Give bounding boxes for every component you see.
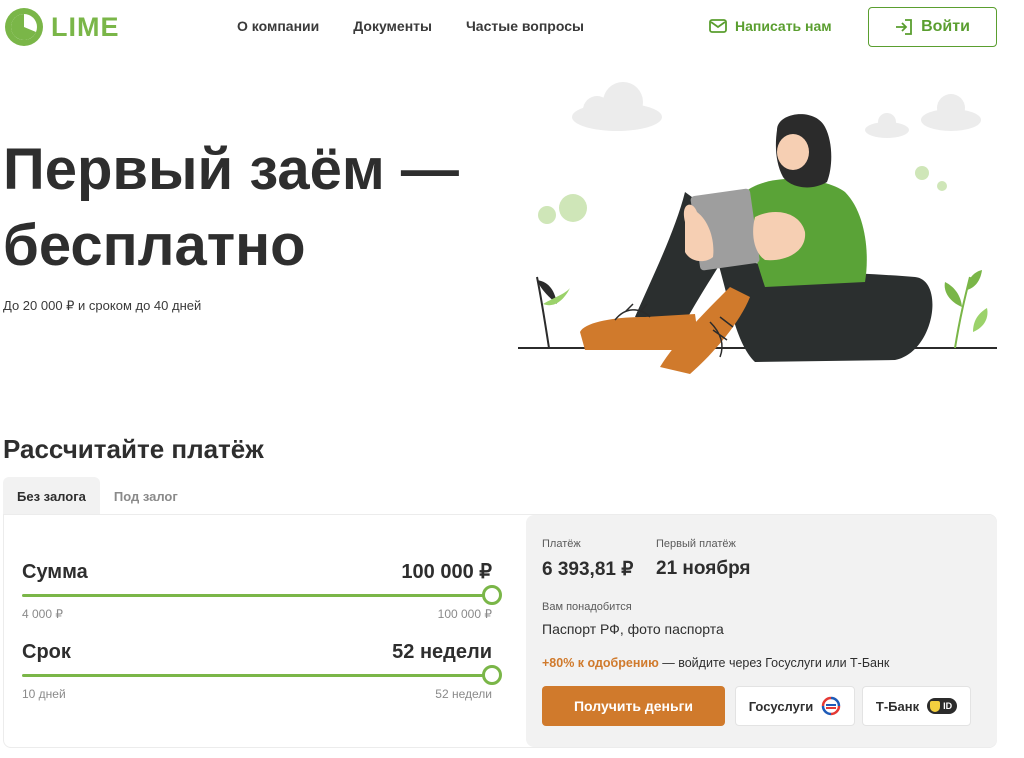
nav-faq[interactable]: Частые вопросы	[466, 18, 584, 34]
summary-pane: Платёж 6 393,81 ₽ Первый платёж 21 ноябр…	[526, 515, 997, 747]
amount-label: Сумма	[22, 561, 88, 583]
amount-slider[interactable]: Сумма 100 000 ₽ 4 000 ₽ 100 000 ₽	[22, 559, 502, 621]
first-payment-value: 21 ноября	[656, 558, 751, 579]
docs-value: Паспорт РФ, фото паспорта	[542, 621, 724, 637]
gosuslugi-button[interactable]: Госуслуги	[735, 686, 855, 726]
tbank-shield-icon	[930, 700, 941, 712]
login-button[interactable]: Войти	[868, 7, 997, 47]
calculator-panel: Сумма 100 000 ₽ 4 000 ₽ 100 000 ₽ Срок 5…	[3, 514, 997, 748]
hero-illustration	[518, 82, 997, 374]
hero-title: Первый заём — бесплатно	[3, 132, 523, 284]
tbank-badge-text: ID	[943, 701, 953, 711]
term-min: 10 дней	[22, 687, 66, 701]
tab-no-collateral[interactable]: Без залога	[3, 477, 100, 515]
docs-label: Вам понадобится	[542, 601, 632, 613]
term-track[interactable]	[22, 665, 502, 685]
hero-subtitle: До 20 000 ₽ и сроком до 40 дней	[3, 298, 202, 313]
amount-max: 100 000 ₽	[437, 607, 492, 621]
amount-track[interactable]	[22, 585, 502, 605]
amount-min: 4 000 ₽	[22, 607, 63, 621]
logo[interactable]: LIME	[3, 6, 120, 48]
nav-documents[interactable]: Документы	[353, 18, 432, 34]
nav-about[interactable]: О компании	[237, 18, 319, 34]
slider-pane: Сумма 100 000 ₽ 4 000 ₽ 100 000 ₽ Срок 5…	[22, 515, 502, 747]
payment-label: Платёж	[542, 538, 581, 550]
mail-icon	[709, 19, 727, 33]
term-label: Срок	[22, 641, 71, 663]
write-us-link[interactable]: Написать нам	[709, 18, 832, 34]
hero-title-line2: бесплатно	[3, 213, 306, 278]
login-icon	[896, 19, 912, 35]
top-nav: О компании Документы Частые вопросы	[237, 18, 584, 34]
term-thumb[interactable]	[482, 665, 502, 685]
lime-logo-icon	[5, 8, 43, 46]
write-us-label: Написать нам	[735, 18, 832, 34]
approval-accent: +80% к одобрению	[542, 656, 659, 670]
calculator-title: Рассчитайте платёж	[3, 434, 264, 464]
first-payment-label: Первый платёж	[656, 538, 736, 550]
calculator-tabs: Без залога Под залог	[3, 477, 192, 515]
amount-thumb[interactable]	[482, 585, 502, 605]
approval-text: — войдите через Госуслуги или Т-Банк	[658, 656, 890, 670]
tbank-button[interactable]: Т-Банк ID	[862, 686, 971, 726]
term-max: 52 недели	[435, 687, 492, 701]
amount-value: 100 000 ₽	[401, 561, 492, 583]
payment-value: 6 393,81 ₽	[542, 559, 634, 580]
hero-title-line1: Первый заём —	[3, 137, 459, 202]
login-label: Войти	[921, 18, 970, 35]
logo-text: LIME	[51, 11, 120, 42]
gosuslugi-label: Госуслуги	[748, 698, 814, 714]
tab-collateral[interactable]: Под залог	[100, 477, 192, 515]
tbank-id-badge: ID	[927, 698, 958, 714]
tbank-label: Т-Банк	[875, 698, 920, 714]
gosuslugi-icon	[822, 696, 841, 716]
term-slider[interactable]: Срок 52 недели 10 дней 52 недели	[22, 641, 502, 701]
term-value: 52 недели	[392, 641, 492, 663]
approval-note: +80% к одобрению — войдите через Госуслу…	[542, 656, 889, 670]
get-money-button[interactable]: Получить деньги	[542, 686, 725, 726]
